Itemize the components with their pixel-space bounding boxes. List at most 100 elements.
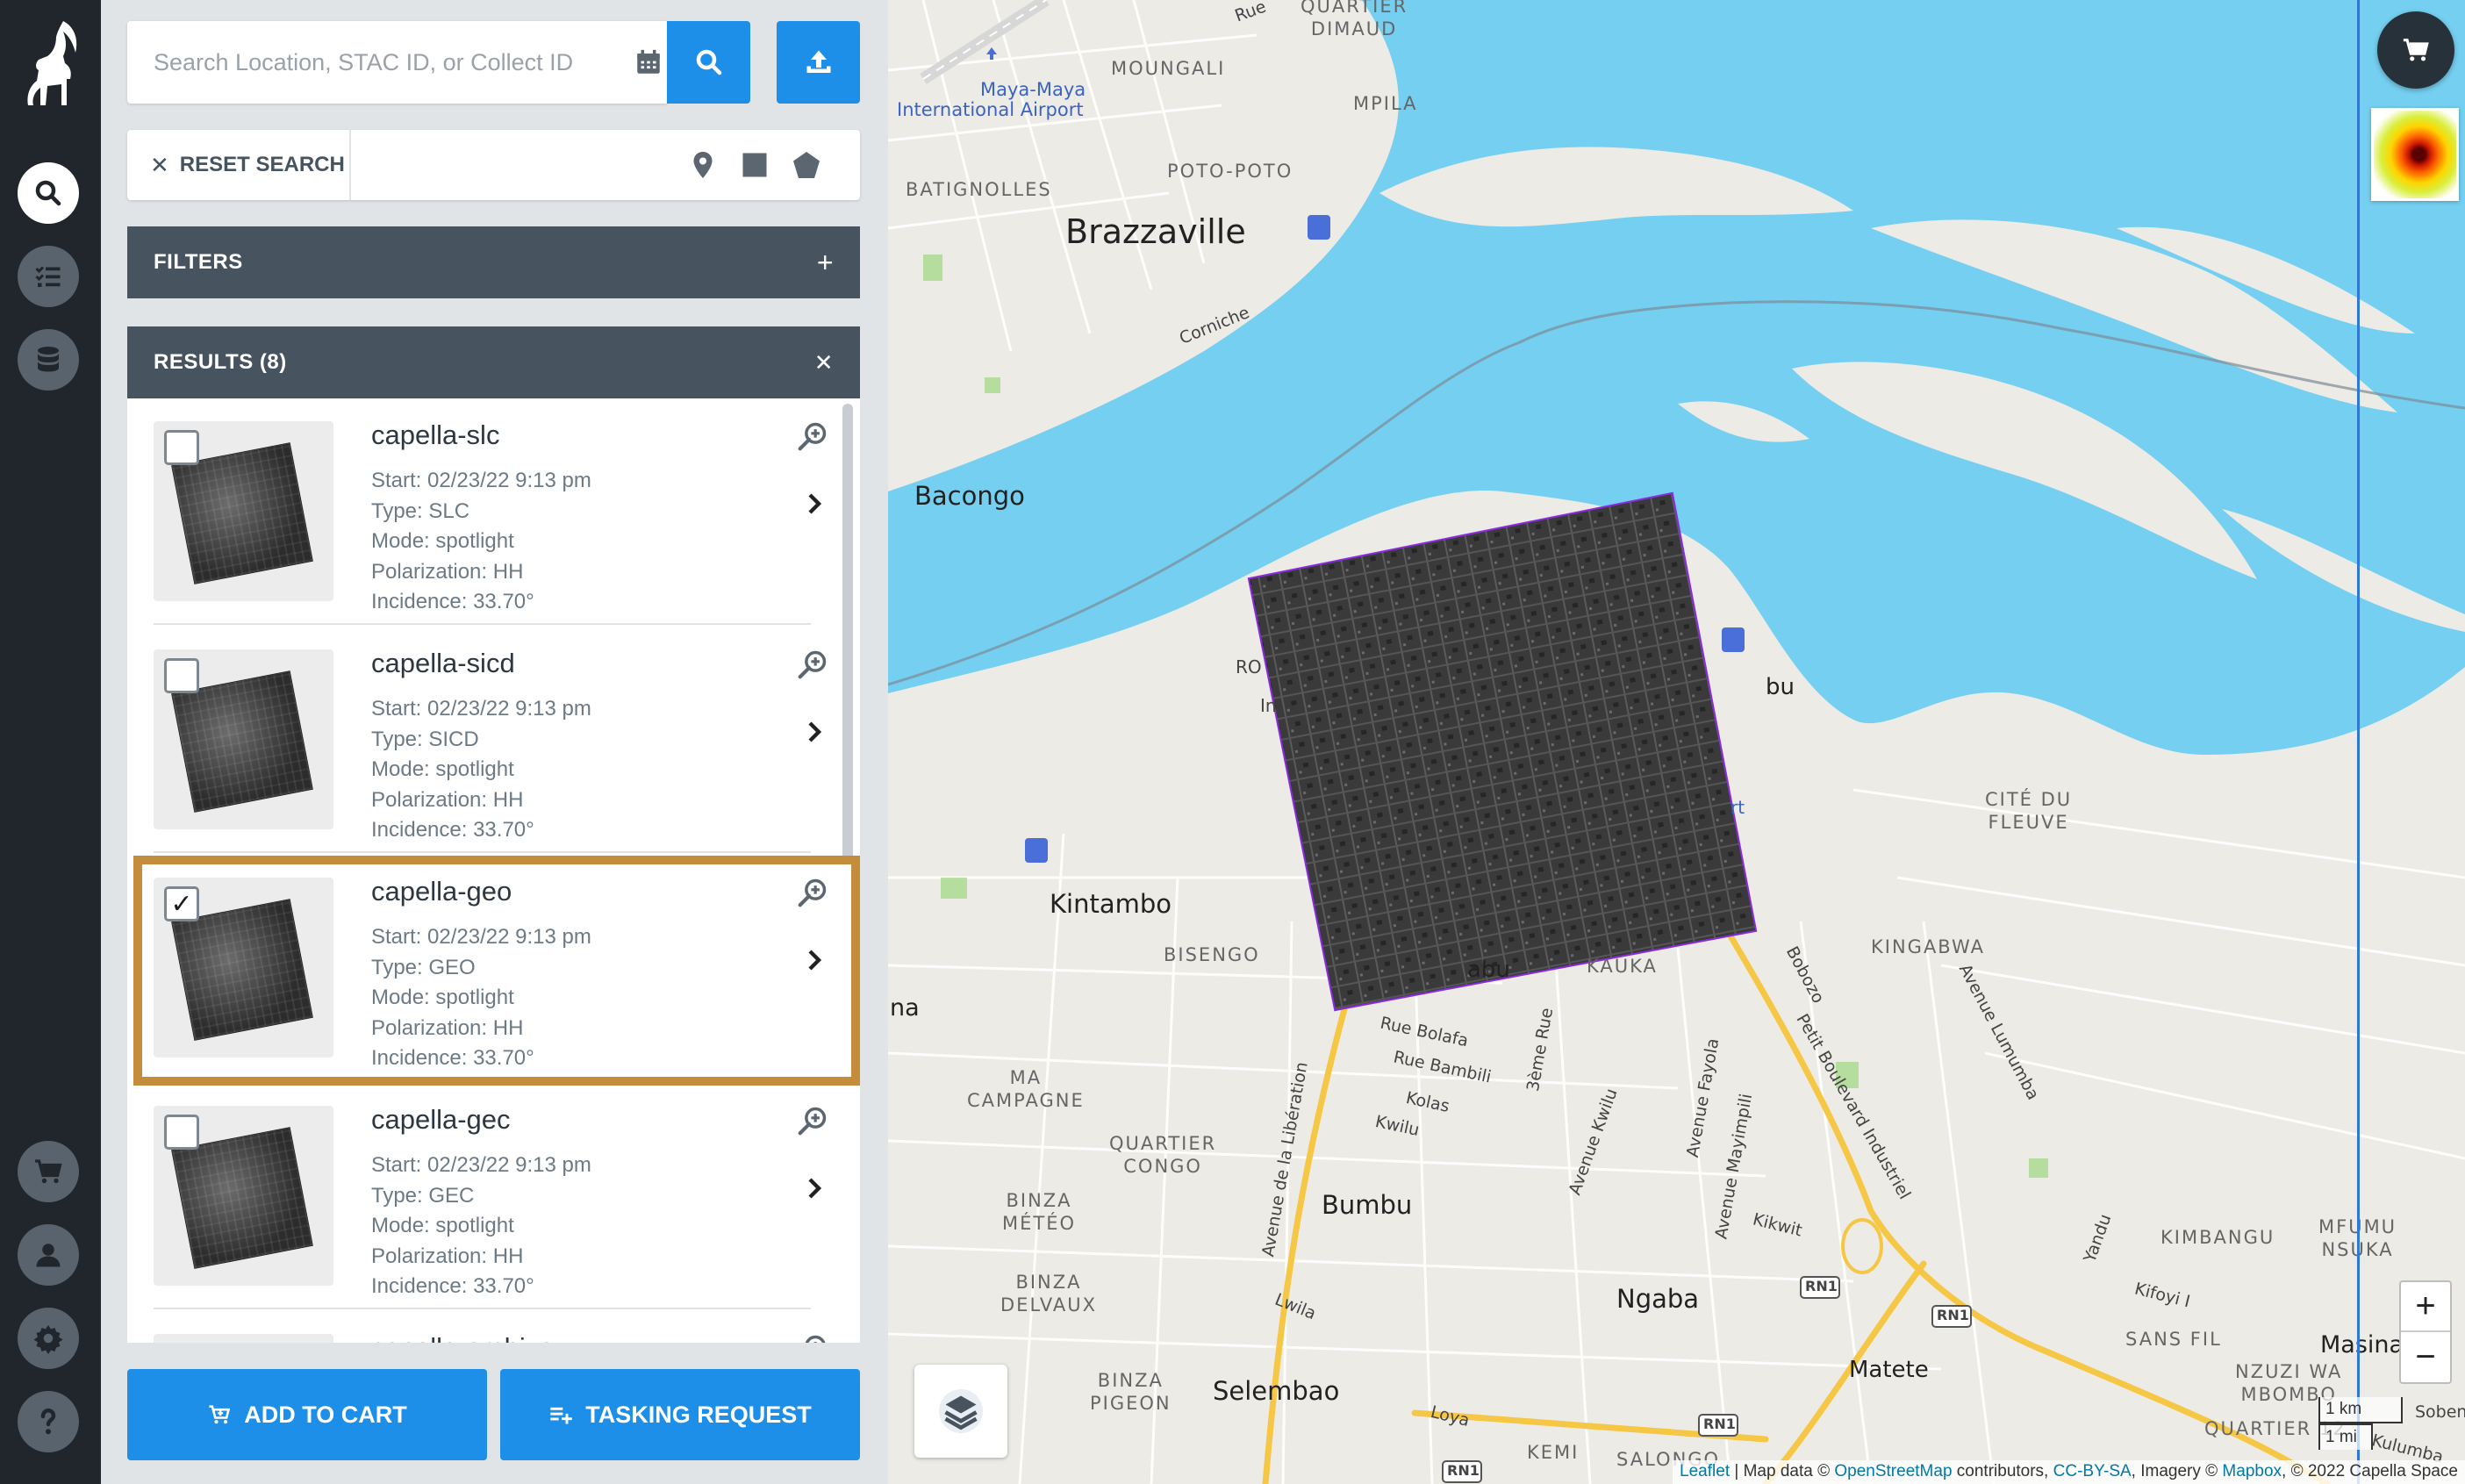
leaflet-link[interactable]: Leaflet bbox=[1680, 1462, 1730, 1480]
layers-icon bbox=[939, 1389, 983, 1433]
map-label-bu: bu bbox=[1766, 674, 1795, 700]
result-divider bbox=[154, 1308, 811, 1309]
tasking-request-button[interactable]: TASKING REQUEST bbox=[500, 1369, 860, 1460]
zoom-in-icon[interactable] bbox=[796, 648, 829, 681]
zoom-in-icon[interactable] bbox=[796, 876, 829, 909]
close-results-icon[interactable]: ✕ bbox=[814, 349, 834, 376]
zoom-out-button[interactable]: − bbox=[2401, 1332, 2450, 1382]
heatmap-layer-toggle[interactable] bbox=[2371, 108, 2459, 201]
nav-cart-button[interactable] bbox=[18, 1141, 79, 1202]
scale-bar: 1 km 1 mi bbox=[2318, 1397, 2464, 1452]
map-label-kimbangu: KIMBANGU bbox=[2160, 1227, 2275, 1248]
nav-data-button[interactable] bbox=[18, 329, 79, 391]
map-cart-button[interactable] bbox=[2377, 11, 2454, 89]
tasking-add-icon bbox=[550, 1407, 573, 1424]
map-label-sans-fil: SANS FIL bbox=[2125, 1329, 2222, 1350]
search-button[interactable] bbox=[667, 21, 750, 104]
result-mode: Mode: spotlight bbox=[371, 529, 514, 553]
osm-link[interactable]: OpenStreetMap bbox=[1834, 1462, 1952, 1480]
zoom-in-icon[interactable] bbox=[796, 419, 829, 453]
result-incidence: Incidence: 33.70° bbox=[371, 1046, 534, 1070]
chevron-right-icon[interactable] bbox=[801, 488, 828, 520]
nav-tasks-button[interactable] bbox=[18, 246, 79, 307]
result-type: Type: GEC bbox=[371, 1183, 475, 1208]
result-mode: Mode: spotlight bbox=[371, 757, 514, 781]
result-checkbox[interactable]: ✓ bbox=[164, 886, 199, 921]
result-start: Start: 02/23/22 9:13 pm bbox=[371, 697, 591, 720]
ccbysa-link[interactable]: CC-BY-SA bbox=[2053, 1462, 2132, 1480]
search-tools-row: ✕ RESET SEARCH bbox=[127, 130, 860, 200]
result-thumbnail bbox=[154, 1334, 333, 1343]
reset-search-button[interactable]: ✕ RESET SEARCH bbox=[127, 130, 351, 200]
calendar-icon[interactable] bbox=[634, 47, 663, 77]
search-input[interactable] bbox=[127, 21, 592, 104]
attribution-text: | Map data © bbox=[1730, 1462, 1835, 1480]
result-item[interactable]: capella-archive bbox=[127, 1311, 860, 1343]
nav-search-button[interactable] bbox=[18, 162, 79, 224]
map-label-quartier-dimaud: QUARTIER DIMAUD bbox=[1301, 0, 1408, 39]
tasking-request-label: TASKING REQUEST bbox=[585, 1401, 812, 1428]
result-item[interactable]: capella-sicd Start: 02/23/22 9:13 pm Type:… bbox=[127, 627, 860, 853]
zoom-in-icon[interactable] bbox=[796, 1332, 829, 1343]
result-item[interactable]: ✓ capella-geo Start: 02/23/22 9:13 pm Type:… bbox=[127, 855, 860, 1081]
nav-help-button[interactable] bbox=[18, 1391, 79, 1452]
upload-icon bbox=[806, 50, 830, 73]
close-icon: ✕ bbox=[150, 151, 169, 178]
square-icon[interactable] bbox=[739, 149, 770, 181]
pin-icon[interactable] bbox=[687, 149, 719, 181]
partial-label-abu: abu bbox=[1467, 957, 1510, 983]
chevron-right-icon[interactable] bbox=[801, 716, 828, 748]
polygon-icon[interactable] bbox=[791, 149, 822, 181]
mapbox-link[interactable]: Mapbox bbox=[2222, 1462, 2282, 1480]
result-mode: Mode: spotlight bbox=[371, 986, 514, 1009]
result-checkbox[interactable] bbox=[164, 1115, 199, 1150]
map-attribution: Leaflet | Map data © OpenStreetMap contr… bbox=[1673, 1460, 2465, 1484]
sar-footprint[interactable] bbox=[1247, 491, 1758, 1012]
results-list[interactable]: capella-slc Start: 02/23/22 9:13 pm Type: … bbox=[127, 398, 860, 1343]
rn1-label: RN1 bbox=[1937, 1307, 1969, 1323]
filters-toggle[interactable]: FILTERS + bbox=[127, 226, 860, 298]
check-icon: ✓ bbox=[170, 889, 193, 919]
nav-account-button[interactable] bbox=[18, 1224, 79, 1286]
result-incidence: Incidence: 33.70° bbox=[371, 1274, 534, 1298]
result-divider bbox=[154, 851, 811, 853]
results-header: RESULTS (8) ✕ bbox=[127, 326, 860, 398]
basemap-layers-button[interactable] bbox=[914, 1365, 1007, 1458]
map-label-binza-delvaux: BINZA DELVAUX bbox=[1000, 1272, 1097, 1316]
add-to-cart-button[interactable]: ADD TO CART bbox=[127, 1369, 487, 1460]
rn1-label: RN1 bbox=[1447, 1462, 1480, 1479]
result-title: capella-sicd bbox=[371, 648, 515, 678]
nav-settings-button[interactable] bbox=[18, 1308, 79, 1369]
result-item[interactable]: capella-gec Start: 02/23/22 9:13 pm Type: … bbox=[127, 1083, 860, 1309]
search-icon bbox=[35, 180, 61, 206]
result-item[interactable]: capella-slc Start: 02/23/22 9:13 pm Type: … bbox=[127, 398, 860, 625]
partial-label-ro: RO bbox=[1236, 656, 1262, 677]
result-checkbox[interactable] bbox=[164, 430, 199, 465]
map-label-binza-pigeon: BINZA PIGEON bbox=[1090, 1370, 1172, 1414]
map-label-quartier-congo: QUARTIER CONGO bbox=[1109, 1133, 1217, 1177]
map-view[interactable]: RN1 RN1 RN1 RN1 Brazzaville Bacongo Kint… bbox=[888, 0, 2465, 1484]
map-label-mpila: MPILA bbox=[1353, 93, 1418, 114]
airport-label-line1: Maya-Maya bbox=[980, 79, 1086, 100]
zoom-in-icon[interactable] bbox=[796, 1104, 829, 1137]
search-bar bbox=[127, 21, 667, 104]
map-label-brazzaville: Brazzaville bbox=[1065, 212, 1246, 251]
scale-mi: 1 mi bbox=[2318, 1423, 2373, 1450]
map-label-potopoto: POTO-POTO bbox=[1167, 161, 1293, 182]
database-icon bbox=[38, 347, 59, 372]
map-label-matete: Matete bbox=[1849, 1357, 1929, 1383]
result-start: Start: 02/23/22 9:13 pm bbox=[371, 469, 591, 492]
result-checkbox[interactable] bbox=[164, 658, 199, 693]
result-polarization: Polarization: HH bbox=[371, 559, 524, 584]
partial-label-in: In bbox=[1260, 695, 1277, 716]
zoom-in-button[interactable]: + bbox=[2401, 1282, 2450, 1332]
upload-button[interactable] bbox=[777, 21, 860, 104]
result-polarization: Polarization: HH bbox=[371, 1244, 524, 1268]
filters-label: FILTERS bbox=[154, 250, 243, 274]
chevron-right-icon[interactable] bbox=[801, 1172, 828, 1204]
result-type: Type: GEO bbox=[371, 955, 476, 979]
rn1-label: RN1 bbox=[1703, 1416, 1736, 1432]
rn1-label: RN1 bbox=[1805, 1278, 1838, 1294]
chevron-right-icon[interactable] bbox=[801, 944, 828, 976]
map-label-ma-campagne: MA CAMPAGNE bbox=[967, 1067, 1085, 1111]
